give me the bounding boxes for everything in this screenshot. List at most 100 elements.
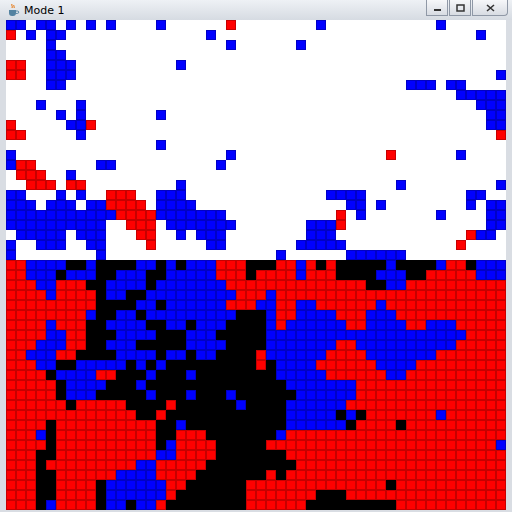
agent-cell <box>286 310 296 320</box>
empty-cell <box>426 60 436 70</box>
agent-cell <box>216 260 226 270</box>
empty-cell <box>446 140 456 150</box>
empty-cell <box>366 80 376 90</box>
empty-cell <box>436 30 446 40</box>
empty-cell <box>256 250 266 260</box>
empty-cell <box>26 70 36 80</box>
empty-cell <box>186 180 196 190</box>
agent-cell <box>486 290 496 300</box>
close-button[interactable] <box>472 0 508 16</box>
empty-cell <box>466 110 476 120</box>
empty-cell <box>156 130 166 140</box>
agent-cell <box>36 230 46 240</box>
empty-cell <box>146 250 156 260</box>
agent-cell <box>166 200 176 210</box>
empty-cell <box>376 20 386 30</box>
agent-cell <box>456 360 466 370</box>
agent-cell <box>6 390 16 400</box>
empty-cell <box>226 360 236 370</box>
empty-cell <box>226 180 236 190</box>
empty-cell <box>106 350 116 360</box>
empty-cell <box>146 340 156 350</box>
agent-cell <box>216 280 226 290</box>
agent-cell <box>16 160 26 170</box>
empty-cell <box>86 250 96 260</box>
agent-cell <box>396 310 406 320</box>
agent-cell <box>486 100 496 110</box>
empty-cell <box>126 30 136 40</box>
empty-cell <box>246 240 256 250</box>
empty-cell <box>116 120 126 130</box>
empty-cell <box>236 50 246 60</box>
empty-cell <box>396 30 406 40</box>
window-title: Mode 1 <box>24 4 64 17</box>
agent-cell <box>426 270 436 280</box>
cell-row <box>6 340 506 350</box>
cell-row <box>6 260 506 270</box>
agent-cell <box>46 50 56 60</box>
agent-cell <box>386 280 396 290</box>
agent-cell <box>336 320 346 330</box>
empty-cell <box>406 50 416 60</box>
empty-cell <box>346 180 356 190</box>
empty-cell <box>166 80 176 90</box>
empty-cell <box>116 380 126 390</box>
agent-cell <box>96 240 106 250</box>
empty-cell <box>56 90 66 100</box>
empty-cell <box>346 230 356 240</box>
empty-cell <box>206 170 216 180</box>
empty-cell <box>426 120 436 130</box>
empty-cell <box>386 190 396 200</box>
empty-cell <box>476 120 486 130</box>
empty-cell <box>236 30 246 40</box>
empty-cell <box>116 370 126 380</box>
minimize-button[interactable] <box>426 0 448 16</box>
agent-cell <box>46 230 56 240</box>
agent-cell <box>296 360 306 370</box>
empty-cell <box>496 170 506 180</box>
cell-row <box>6 360 506 370</box>
empty-cell <box>306 20 316 30</box>
empty-cell <box>156 240 166 250</box>
agent-cell <box>36 300 46 310</box>
empty-cell <box>486 50 496 60</box>
empty-cell <box>66 110 76 120</box>
empty-cell <box>426 20 436 30</box>
empty-cell <box>296 110 306 120</box>
empty-cell <box>326 160 336 170</box>
empty-cell <box>226 70 236 80</box>
empty-cell <box>316 250 326 260</box>
empty-cell <box>156 300 166 310</box>
empty-cell <box>216 80 226 90</box>
agent-cell <box>326 260 336 270</box>
empty-cell <box>306 210 316 220</box>
cell-row <box>6 150 506 160</box>
agent-cell <box>96 220 106 230</box>
agent-cell <box>486 90 496 100</box>
empty-cell <box>226 210 236 220</box>
empty-cell <box>186 350 196 360</box>
empty-cell <box>366 260 376 270</box>
agent-cell <box>56 370 66 380</box>
empty-cell <box>396 130 406 140</box>
minimize-icon <box>433 4 442 12</box>
agent-cell <box>66 380 76 390</box>
agent-cell <box>496 290 506 300</box>
empty-cell <box>226 200 236 210</box>
empty-cell <box>86 180 96 190</box>
maximize-button[interactable] <box>449 0 471 16</box>
empty-cell <box>326 90 336 100</box>
empty-cell <box>336 130 346 140</box>
empty-cell <box>496 160 506 170</box>
empty-cell <box>406 30 416 40</box>
agent-cell <box>86 120 96 130</box>
agent-cell <box>476 100 486 110</box>
empty-cell <box>336 80 346 90</box>
agent-cell <box>326 230 336 240</box>
empty-cell <box>186 360 196 370</box>
agent-cell <box>196 290 206 300</box>
empty-cell <box>6 100 16 110</box>
empty-cell <box>206 120 216 130</box>
empty-cell <box>476 20 486 30</box>
empty-cell <box>126 180 136 190</box>
